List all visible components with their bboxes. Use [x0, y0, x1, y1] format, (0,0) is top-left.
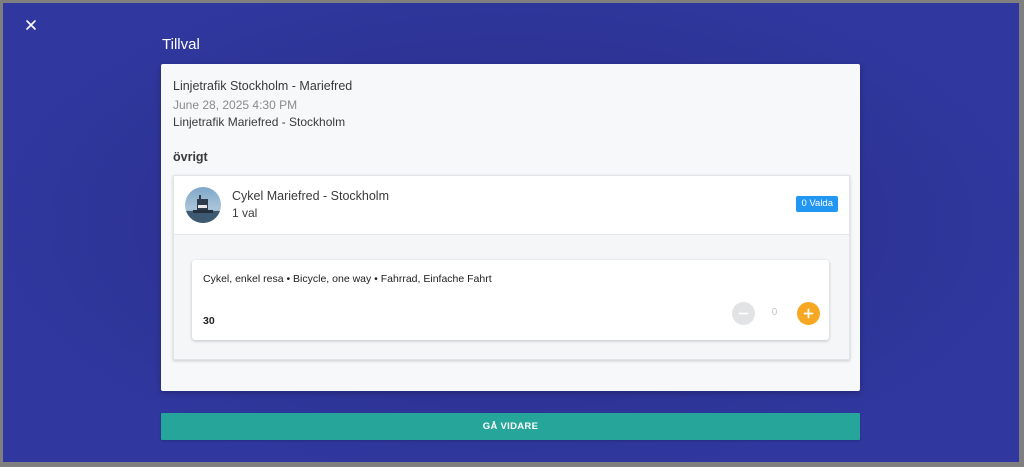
trip-datetime: June 28, 2025 4:30 PM: [173, 98, 298, 112]
option-card: Cykel, enkel resa • Bicycle, one way • F…: [192, 260, 829, 340]
close-icon: [26, 20, 36, 30]
trip-route-outbound: Linjetrafik Stockholm - Mariefred: [173, 79, 353, 93]
close-button[interactable]: [23, 17, 39, 33]
page-title: Tillval: [162, 36, 200, 53]
addons-card: Linjetrafik Stockholm - Mariefred June 2…: [161, 64, 860, 391]
quantity-decrease-button[interactable]: [732, 302, 755, 325]
section-title: övrigt: [173, 150, 208, 164]
plus-icon: [803, 308, 814, 319]
selected-count-badge: 0 Valda: [796, 196, 838, 212]
product-selection-count: 1 val: [232, 206, 258, 220]
quantity-value: 0: [771, 307, 778, 318]
option-price: 30: [203, 315, 215, 327]
product-header[interactable]: Cykel Mariefred - Stockholm 1 val 0 Vald…: [174, 176, 849, 235]
option-name: Cykel, enkel resa • Bicycle, one way • F…: [203, 273, 492, 285]
continue-button[interactable]: GÅ VIDARE: [161, 413, 860, 440]
quantity-increase-button[interactable]: [797, 302, 820, 325]
boat-photo-icon: [185, 187, 221, 223]
product-avatar: [185, 187, 221, 223]
product-panel: Cykel Mariefred - Stockholm 1 val 0 Vald…: [173, 175, 850, 360]
product-name: Cykel Mariefred - Stockholm: [232, 189, 389, 203]
modal-backdrop: Tillval Linjetrafik Stockholm - Mariefre…: [3, 3, 1019, 462]
trip-route-return: Linjetrafik Mariefred - Stockholm: [173, 115, 346, 129]
minus-icon: [738, 312, 749, 315]
